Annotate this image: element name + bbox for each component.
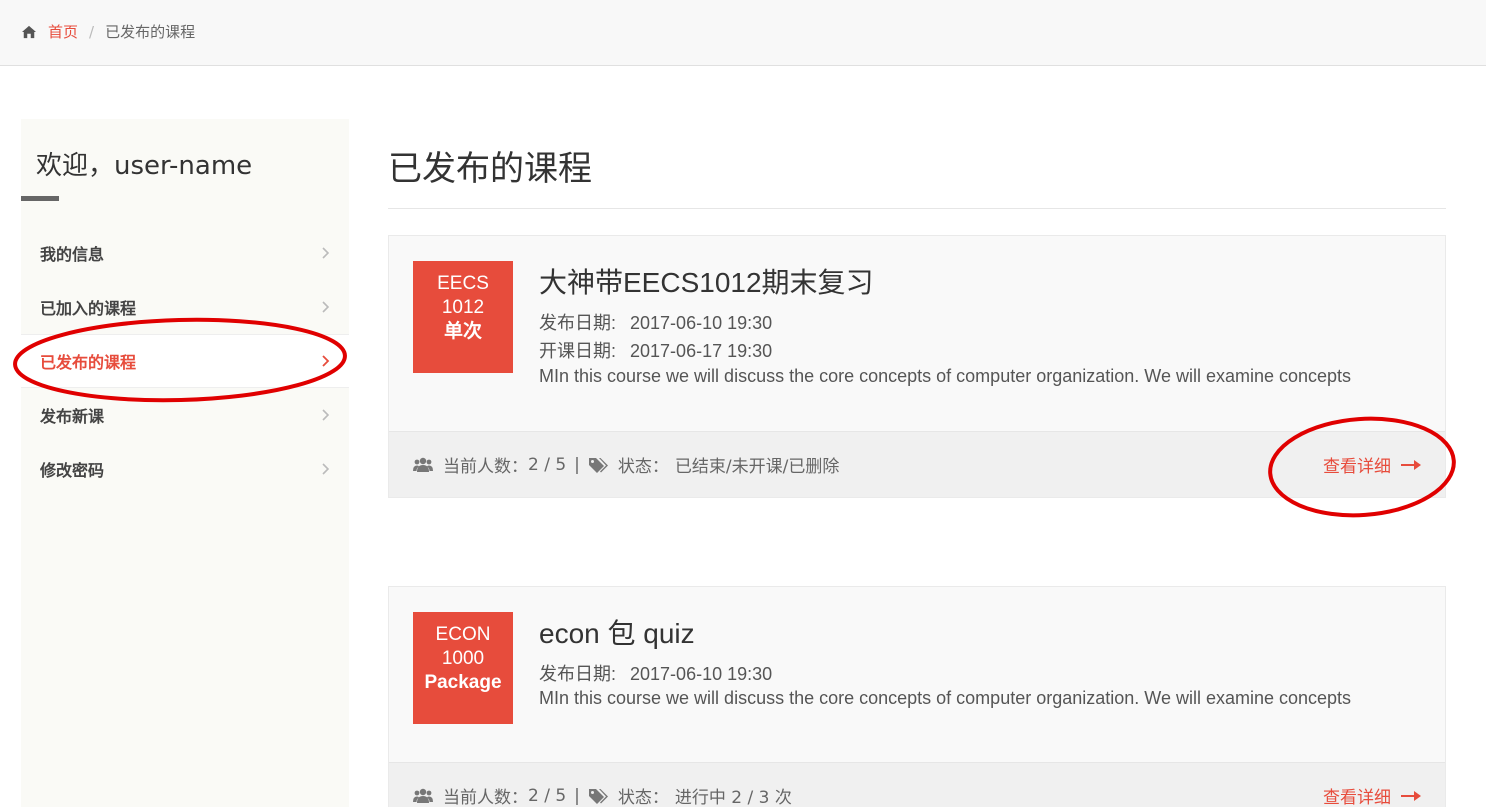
enrollment-label: 当前人数： (443, 788, 528, 807)
enrollment-count: 2 / 5 (528, 785, 567, 806)
course-publish-date: 发布日期: 2017-06-10 19:30 (539, 660, 772, 686)
sidebar-item-my-info[interactable]: 我的信息 (21, 226, 349, 280)
publish-date-label: 发布日期: (539, 313, 617, 333)
course-thumbnail-type: Package (424, 672, 502, 693)
course-thumbnail-line: 1000 (441, 648, 485, 669)
course-thumbnail[interactable]: EECS 1012 单次 (413, 261, 513, 373)
breadcrumb-separator: / (89, 22, 95, 41)
course-thumbnail-line: ECON (435, 624, 491, 645)
arrow-right-icon (1401, 459, 1421, 470)
course-card: EECS 1012 单次 大神带EECS1012期末复习 发布日期: 2017-0… (388, 235, 1446, 498)
sidebar-item-change-password[interactable]: 修改密码 (21, 442, 349, 496)
tags-icon (588, 788, 608, 804)
status-value: 已结束/未开课/已删除 (674, 457, 840, 477)
status-value: 进行中 2 / 3 次 (674, 788, 792, 807)
course-description: MIn this course we will discuss the core… (539, 688, 1352, 708)
footer-divider: | (574, 454, 580, 475)
breadcrumb-current: 已发布的课程 (105, 23, 196, 41)
sidebar-item-label: 修改密码 (40, 461, 105, 480)
course-thumbnail-line: 1012 (441, 297, 485, 318)
sidebar: 欢迎，user-name 我的信息 已加入的课程 已发布的课程 发布新课 修改密… (21, 119, 349, 807)
sidebar-item-publish-new[interactable]: 发布新课 (21, 388, 349, 442)
status-label: 状态： (617, 788, 669, 807)
sidebar-item-label: 发布新课 (40, 407, 105, 426)
sidebar-menu: 我的信息 已加入的课程 已发布的课程 发布新课 修改密码 (21, 226, 349, 496)
footer-divider: | (574, 785, 580, 806)
view-details-label: 查看详细 (1323, 457, 1391, 477)
tags-icon (588, 457, 608, 473)
course-thumbnail-type: 单次 (443, 321, 482, 342)
view-details-link[interactable]: 查看详细 (1323, 783, 1421, 807)
publish-date-label: 发布日期: (539, 664, 617, 684)
chevron-right-icon (322, 355, 330, 367)
view-details-label: 查看详细 (1323, 788, 1391, 807)
sidebar-item-published-courses[interactable]: 已发布的课程 (21, 334, 349, 388)
course-start-date: 开课日期: 2017-06-17 19:30 (539, 337, 772, 363)
users-icon (413, 788, 433, 803)
course-card-footer: 当前人数： 2 / 5 | 状态： 进行中 2 / 3 次 查看详细 (389, 762, 1445, 807)
breadcrumb: 首页 / 已发布的课程 (22, 21, 195, 42)
welcome-underline (21, 196, 59, 201)
sidebar-item-label: 已加入的课程 (40, 299, 137, 318)
publish-date-value: 2017-06-10 19:30 (630, 664, 773, 684)
welcome-heading: 欢迎，user-name (36, 151, 253, 181)
view-details-link[interactable]: 查看详细 (1323, 452, 1421, 477)
chevron-right-icon (322, 463, 330, 475)
chevron-right-icon (322, 247, 330, 259)
course-thumbnail[interactable]: ECON 1000 Package (413, 612, 513, 724)
status-label: 状态： (617, 457, 669, 477)
publish-date-value: 2017-06-10 19:30 (630, 313, 773, 333)
enrollment-count: 2 / 5 (528, 454, 567, 475)
page-title: 已发布的课程 (388, 149, 592, 189)
title-divider (388, 208, 1446, 209)
chevron-right-icon (322, 301, 330, 313)
course-card-footer: 当前人数： 2 / 5 | 状态： 已结束/未开课/已删除 查看详细 (389, 431, 1445, 497)
home-icon (22, 25, 36, 38)
course-publish-date: 发布日期: 2017-06-10 19:30 (539, 309, 772, 335)
course-title[interactable]: econ 包 quiz (539, 612, 695, 652)
sidebar-item-joined-courses[interactable]: 已加入的课程 (21, 280, 349, 334)
users-icon (413, 457, 433, 472)
chevron-right-icon (322, 409, 330, 421)
course-title[interactable]: 大神带EECS1012期末复习 (539, 261, 874, 301)
course-card: ECON 1000 Package econ 包 quiz 发布日期: 2017-… (388, 586, 1446, 807)
enrollment-label: 当前人数： (443, 457, 528, 477)
start-date-value: 2017-06-17 19:30 (630, 341, 773, 361)
course-description: MIn this course we will discuss the core… (539, 366, 1352, 386)
sidebar-item-label: 我的信息 (40, 245, 105, 264)
breadcrumb-home-link[interactable]: 首页 (48, 21, 78, 42)
breadcrumb-bar: 首页 / 已发布的课程 (0, 0, 1486, 66)
start-date-label: 开课日期: (539, 341, 617, 361)
course-thumbnail-line: EECS (437, 273, 489, 294)
sidebar-item-label: 已发布的课程 (40, 353, 137, 372)
arrow-right-icon (1401, 790, 1421, 801)
